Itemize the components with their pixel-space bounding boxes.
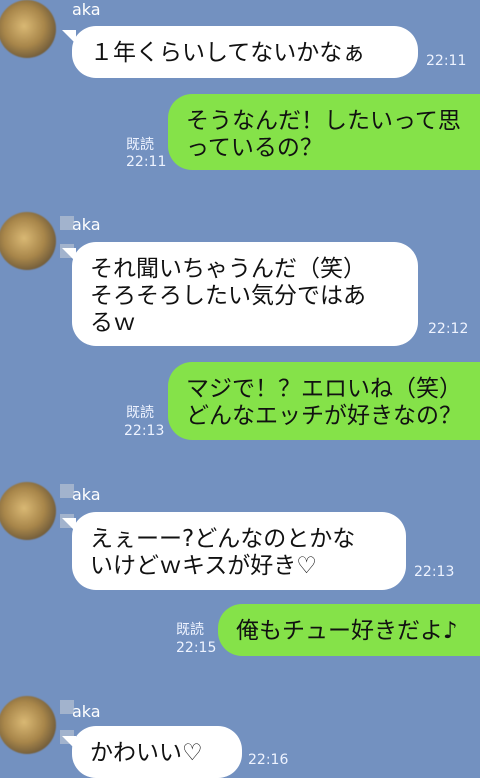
message-time: 22:16 xyxy=(248,752,289,768)
message-time: 22:11 xyxy=(126,154,167,170)
contact-name: aka xyxy=(72,485,101,504)
message-time: 22:13 xyxy=(124,423,165,439)
contact-name: aka xyxy=(72,215,101,234)
contact-name: aka xyxy=(72,0,101,19)
message-time: 22:15 xyxy=(176,640,217,656)
avatar[interactable] xyxy=(0,482,56,540)
avatar[interactable] xyxy=(0,696,56,754)
read-receipt: 既読 xyxy=(176,622,204,638)
message-time: 22:12 xyxy=(428,321,469,337)
message-bubble-incoming[interactable]: １年くらいしてないかなぁ xyxy=(72,26,418,78)
message-time: 22:13 xyxy=(414,564,455,580)
message-bubble-outgoing[interactable]: そうなんだ！したいって思 っているの？ xyxy=(168,94,480,170)
message-bubble-incoming[interactable]: かわいい♡ xyxy=(72,726,242,778)
avatar[interactable] xyxy=(0,0,56,58)
message-bubble-outgoing[interactable]: 俺もチュー好きだよ♪ xyxy=(218,604,480,656)
contact-name: aka xyxy=(72,702,101,721)
avatar[interactable] xyxy=(0,212,56,270)
message-bubble-outgoing[interactable]: マジで！？エロいね（笑） どんなエッチが好きなの？ xyxy=(168,362,480,440)
message-bubble-incoming[interactable]: それ聞いちゃうんだ（笑） そろそろしたい気分ではあ るｗ xyxy=(72,242,418,346)
read-receipt: 既読 xyxy=(126,137,154,153)
read-receipt: 既読 xyxy=(126,405,154,421)
message-bubble-incoming[interactable]: えぇーー?どんなのとかな いけどｗキスが好き♡ xyxy=(72,512,406,590)
message-time: 22:11 xyxy=(426,53,467,69)
